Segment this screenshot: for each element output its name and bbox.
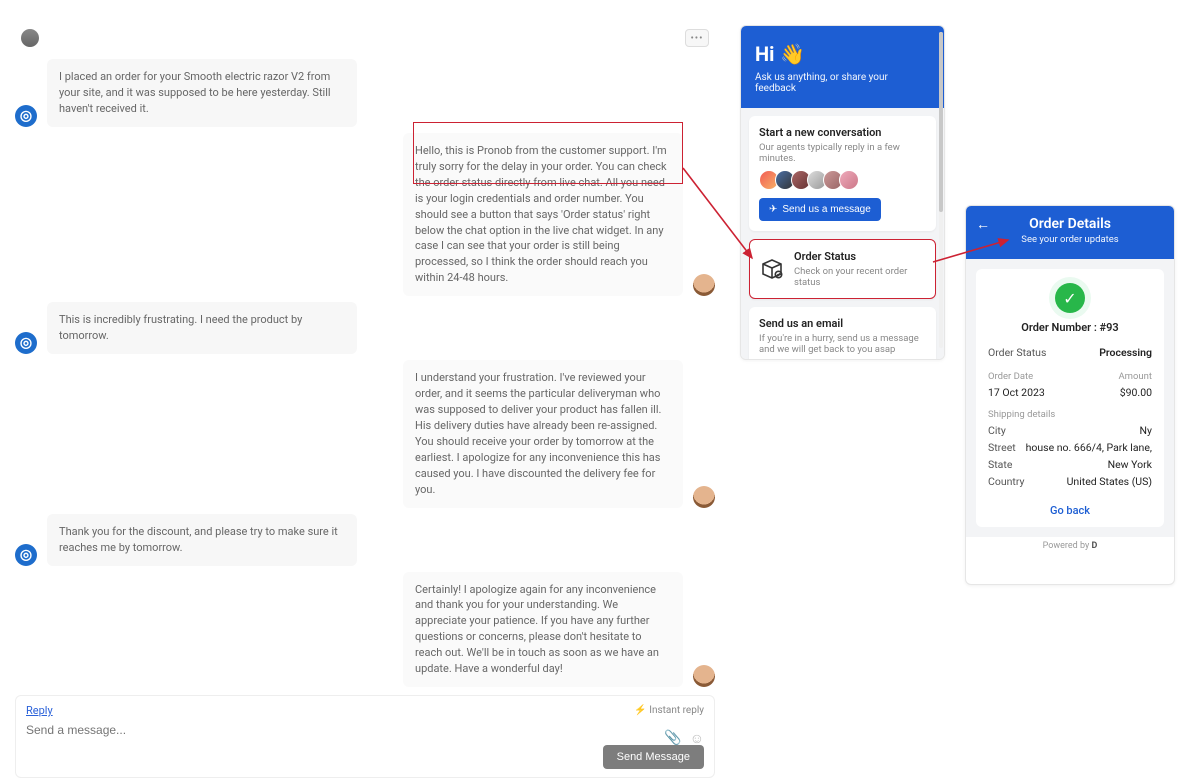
- widget-greeting: Hi 👋: [755, 42, 930, 66]
- order-status-value: Processing: [1099, 346, 1152, 359]
- instant-reply-label: ⚡ Instant reply: [634, 705, 704, 716]
- chat-widget: Hi 👋 Ask us anything, or share your feed…: [740, 25, 945, 360]
- widget-subtitle: Ask us anything, or share your feedback: [755, 72, 930, 94]
- more-menu-button[interactable]: •••: [685, 29, 709, 47]
- send-message-button[interactable]: Send Message: [603, 745, 704, 769]
- powered-text: Powered by: [1043, 541, 1090, 551]
- order-body: ✓ Order Number : #93 Order Status Proces…: [966, 259, 1174, 537]
- paper-plane-icon: ✈: [769, 204, 777, 215]
- shipping-label: Shipping details: [988, 409, 1152, 420]
- message-text: I understand your frustration. I've revi…: [403, 360, 683, 508]
- amount-key: Amount: [1118, 371, 1152, 382]
- back-arrow-icon[interactable]: ←: [976, 216, 990, 233]
- card-title: Send us an email: [759, 317, 926, 330]
- message-input[interactable]: [26, 723, 704, 737]
- card-subtitle: Our agents typically reply in a few minu…: [759, 142, 926, 164]
- card-title: Order Status: [794, 250, 925, 263]
- country-value: United States (US): [1067, 475, 1152, 488]
- chat-panel: ••• ◎ I placed an order for your Smooth …: [15, 25, 715, 590]
- agent-avatar-icon: [693, 274, 715, 296]
- city-value: Ny: [1140, 424, 1152, 437]
- chat-header: •••: [15, 25, 715, 51]
- order-number: Order Number : #93: [988, 321, 1152, 334]
- send-email-card[interactable]: Send us an email If you're in a hurry, s…: [749, 307, 936, 360]
- start-conversation-card: Start a new conversation Our agents typi…: [749, 116, 936, 231]
- street-key: Street: [988, 441, 1016, 454]
- powered-by: Powered by D: [966, 537, 1174, 555]
- message-text: Hello, this is Pronob from the customer …: [403, 133, 683, 296]
- order-status-card[interactable]: Order Status Check on your recent order …: [749, 239, 936, 299]
- customer-message: ◎ This is incredibly frustrating. I need…: [15, 302, 715, 354]
- state-value: New York: [1108, 458, 1152, 471]
- card-title: Start a new conversation: [759, 126, 926, 139]
- agent-previews: [759, 170, 926, 190]
- order-header: ← Order Details See your order updates: [966, 206, 1174, 259]
- scrollbar[interactable]: [939, 32, 943, 348]
- success-check-icon: ✓: [1055, 283, 1085, 313]
- customer-avatar-icon: ◎: [15, 105, 37, 127]
- order-card: ✓ Order Number : #93 Order Status Proces…: [976, 269, 1164, 527]
- compose-box: Reply ⚡ Instant reply 📎 ☺ Send Message: [15, 695, 715, 778]
- message-text: I placed an order for your Smooth electr…: [47, 59, 357, 127]
- card-subtitle: Check on your recent order status: [794, 266, 925, 288]
- agent-message: Hello, this is Pronob from the customer …: [15, 133, 715, 296]
- order-status-key: Order Status: [988, 346, 1046, 359]
- package-icon: [760, 256, 784, 282]
- user-avatar-icon: [21, 29, 39, 47]
- greeting-text: Hi: [755, 42, 774, 66]
- order-details-panel: ← Order Details See your order updates ✓…: [965, 205, 1175, 585]
- widget-body: Start a new conversation Our agents typi…: [741, 108, 944, 360]
- customer-avatar-icon: ◎: [15, 332, 37, 354]
- message-text: Thank you for the discount, and please t…: [47, 514, 357, 566]
- brand-icon: D: [1091, 541, 1097, 551]
- state-key: State: [988, 458, 1012, 471]
- order-date-key: Order Date: [988, 371, 1033, 382]
- order-subtitle: See your order updates: [974, 234, 1166, 245]
- street-value: house no. 666/4, Park lane,: [1026, 441, 1152, 454]
- customer-message: ◎ Thank you for the discount, and please…: [15, 514, 715, 566]
- send-us-message-button[interactable]: ✈ Send us a message: [759, 198, 881, 221]
- amount-value: $90.00: [1120, 386, 1152, 399]
- message-text: Certainly! I apologize again for any inc…: [403, 572, 683, 688]
- instant-reply-text: Instant reply: [649, 705, 704, 716]
- order-title: Order Details: [974, 216, 1166, 232]
- go-back-link[interactable]: Go back: [988, 504, 1152, 517]
- customer-message: ◎ I placed an order for your Smooth elec…: [15, 59, 715, 127]
- customer-avatar-icon: ◎: [15, 544, 37, 566]
- reply-link[interactable]: Reply: [26, 704, 53, 717]
- agent-avatar-icon: [839, 170, 859, 190]
- wave-icon: 👋: [780, 42, 805, 66]
- card-subtitle: If you're in a hurry, send us a message …: [759, 333, 926, 355]
- agent-message: Certainly! I apologize again for any inc…: [15, 572, 715, 688]
- button-label: Send us a message: [782, 204, 870, 215]
- city-key: City: [988, 424, 1006, 437]
- order-date-value: 17 Oct 2023: [988, 386, 1045, 399]
- agent-avatar-icon: [693, 486, 715, 508]
- country-key: Country: [988, 475, 1024, 488]
- message-text: This is incredibly frustrating. I need t…: [47, 302, 357, 354]
- agent-avatar-icon: [693, 665, 715, 687]
- widget-header: Hi 👋 Ask us anything, or share your feed…: [741, 26, 944, 108]
- agent-message: I understand your frustration. I've revi…: [15, 360, 715, 508]
